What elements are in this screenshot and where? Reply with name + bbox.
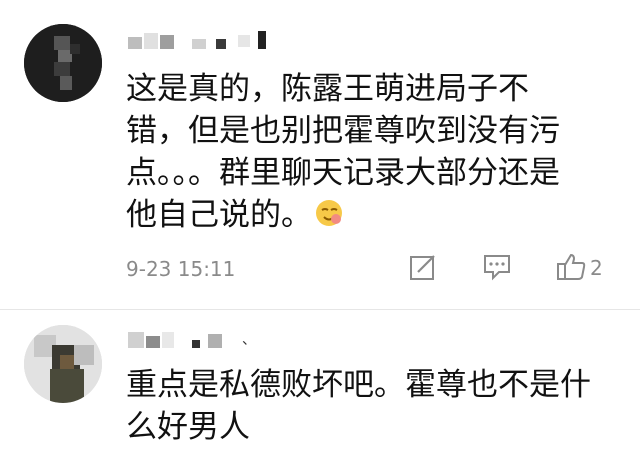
username[interactable]: 、 — [126, 325, 256, 353]
like-count: 2 — [590, 256, 603, 280]
avatar-mosaic — [24, 24, 102, 102]
avatar-mosaic — [24, 325, 102, 403]
comment-body: 重点是私德败坏吧。霍尊也不是什 么好男人 — [126, 364, 626, 448]
timestamp: 9-23 15:11 — [126, 257, 236, 281]
thumbs-up-icon — [557, 253, 586, 280]
username-mosaic — [128, 31, 266, 49]
smirk-emoji-icon — [316, 200, 342, 226]
like-button[interactable]: 2 — [556, 252, 616, 282]
edit-icon — [410, 255, 435, 280]
comment-item: 这是真的，陈露王萌进局子不 错，但是也别把霍尊吹到没有污 点。。。群里聊天记录大… — [0, 0, 640, 310]
comment-meta: 9-23 15:11 2 — [126, 252, 626, 286]
reply-button[interactable] — [482, 252, 512, 282]
divider — [0, 309, 640, 310]
comment-text: 重点是私德败坏吧。霍尊也不是什 么好男人 — [126, 367, 591, 445]
edit-button[interactable] — [408, 252, 438, 282]
avatar[interactable] — [24, 24, 102, 102]
avatar[interactable] — [24, 325, 102, 403]
username-text: 、 — [242, 332, 256, 348]
username-mosaic — [128, 332, 222, 348]
comment-icon — [484, 255, 510, 281]
username[interactable] — [126, 26, 282, 54]
comment-body: 这是真的，陈露王萌进局子不 错，但是也别把霍尊吹到没有污 点。。。群里聊天记录大… — [126, 68, 626, 236]
